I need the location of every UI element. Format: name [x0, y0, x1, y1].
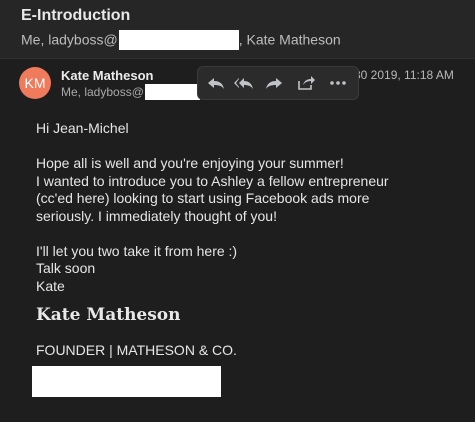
- recipient-prefix: Me, ladyboss@: [61, 85, 144, 100]
- body-line: seriously. I immediately thought of you!: [36, 207, 277, 224]
- email-subject: E-Introduction: [21, 7, 131, 24]
- greeting: Hi Jean-Michel: [36, 120, 129, 136]
- sender-name[interactable]: Kate Matheson: [61, 68, 153, 83]
- signature-title: FOUNDER | MATHESON & CO.: [36, 342, 237, 358]
- message-toolbar: [197, 66, 359, 100]
- more-button[interactable]: [326, 72, 350, 94]
- participants-suffix: , Kate Matheson: [238, 31, 341, 48]
- forward-button[interactable]: [262, 72, 286, 94]
- redaction-block: [118, 30, 239, 50]
- body-line: Kate: [36, 277, 65, 294]
- body-line: (cc'ed here) looking to start using Face…: [36, 190, 370, 206]
- recipient-line: Me, ladyboss@: [61, 84, 200, 101]
- reply-button[interactable]: [204, 72, 228, 94]
- redaction-block: [32, 366, 221, 397]
- participants-line: Me, ladyboss@ , Kate Matheson: [21, 30, 341, 51]
- avatar[interactable]: KM: [19, 67, 51, 99]
- body-line: Hope all is well and you're enjoying you…: [36, 155, 344, 171]
- forward-icon: [262, 72, 286, 94]
- message-date: 30 2019, 11:18 AM: [354, 68, 454, 82]
- share-icon: [294, 72, 318, 94]
- share-button[interactable]: [294, 72, 318, 94]
- signature-name: Kate Matheson: [36, 305, 181, 325]
- reply-all-icon: [232, 72, 256, 94]
- body-line: I'll let you two take it from here :): [36, 242, 238, 259]
- reply-icon: [204, 72, 228, 94]
- redaction-block: [144, 84, 200, 100]
- body-line: Talk soon: [36, 260, 96, 276]
- email-header: E-Introduction Me, ladyboss@ , Kate Mathe…: [0, 0, 475, 59]
- more-icon: [326, 72, 350, 94]
- body-line: I wanted to introduce you to Ashley a fe…: [36, 172, 389, 189]
- message-body: Hi Jean-Michel Hope all is well and you'…: [36, 120, 389, 295]
- participants-prefix: Me, ladyboss@: [21, 31, 118, 48]
- reply-all-button[interactable]: [232, 72, 256, 94]
